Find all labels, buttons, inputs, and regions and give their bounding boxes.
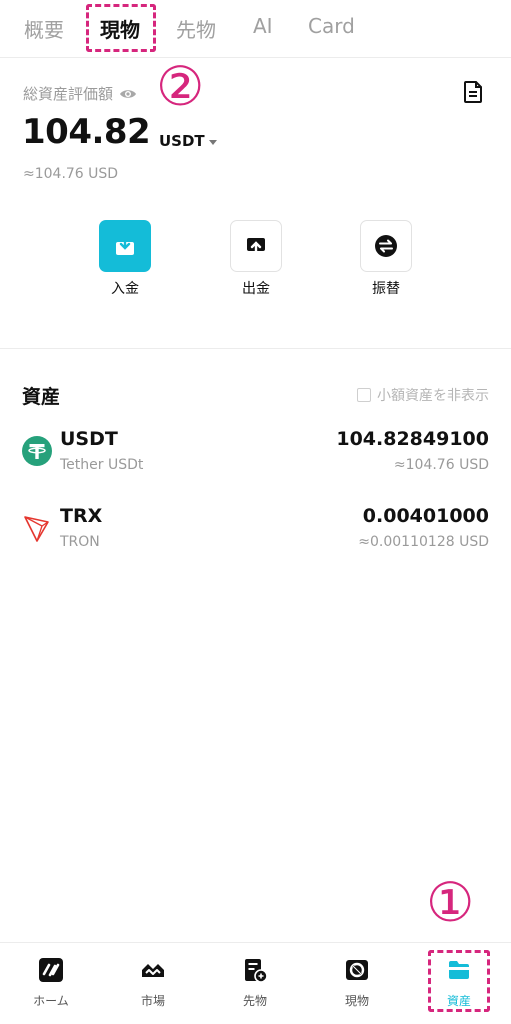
- transfer-label: 振替: [372, 281, 400, 297]
- transfer-icon: [375, 235, 397, 257]
- tab-futures[interactable]: 先物: [176, 14, 216, 43]
- spot-icon: [346, 960, 368, 980]
- asset-amount: 104.82849100: [336, 428, 489, 450]
- tether-icon: [22, 436, 52, 466]
- section-divider: [0, 348, 511, 349]
- nav-label-home: ホーム: [33, 994, 69, 1008]
- nav-item-home[interactable]: ホーム: [11, 957, 91, 1009]
- tab-ai[interactable]: AI: [253, 14, 273, 38]
- annotation-box-spot-tab: [86, 4, 156, 52]
- asset-symbol: USDT: [60, 428, 118, 450]
- futures-icon: [245, 959, 268, 983]
- tab-card[interactable]: Card: [308, 14, 355, 38]
- deposit-button[interactable]: 入金: [95, 220, 155, 298]
- withdraw-icon: [247, 238, 265, 256]
- withdraw-button[interactable]: 出金: [226, 220, 286, 298]
- document-icon[interactable]: [462, 80, 484, 104]
- annotation-step-1: ①: [426, 871, 475, 934]
- annotation-box-assets-nav: [428, 950, 490, 1012]
- total-balance: 104.82: [22, 112, 151, 152]
- withdraw-icon-box: [230, 220, 282, 272]
- asset-usd-value: ≈104.76 USD: [393, 457, 489, 473]
- asset-amount: 0.00401000: [362, 505, 489, 527]
- deposit-icon: [116, 236, 134, 255]
- deposit-icon-box: [99, 220, 151, 272]
- tron-icon: [24, 516, 49, 542]
- nav-item-futures[interactable]: 先物: [215, 957, 295, 1009]
- market-icon: [142, 964, 164, 977]
- top-tabs: 概要 現物 先物 AI Card: [0, 0, 511, 58]
- tab-overview[interactable]: 概要: [24, 14, 64, 43]
- asset-name: TRON: [60, 534, 100, 550]
- hide-small-assets-label: 小額資産を非表示: [377, 388, 489, 404]
- asset-row-trx[interactable]: TRX TRON 0.00401000 ≈0.00110128 USD: [0, 503, 511, 565]
- asset-usd-value: ≈0.00110128 USD: [358, 534, 489, 550]
- home-icon: [39, 958, 63, 982]
- assets-section-title: 資産: [22, 386, 61, 408]
- nav-item-market[interactable]: 市場: [113, 957, 193, 1009]
- asset-row-usdt[interactable]: USDT Tether USDt 104.82849100 ≈104.76 US…: [0, 426, 511, 488]
- nav-label-spot: 現物: [344, 994, 369, 1008]
- hide-small-assets-toggle[interactable]: 小額資産を非表示: [357, 385, 489, 405]
- deposit-label: 入金: [111, 281, 139, 297]
- asset-symbol: TRX: [60, 505, 103, 527]
- transfer-icon-box: [360, 220, 412, 272]
- asset-name: Tether USDt: [60, 457, 144, 473]
- total-assets-label-text: 総資産評価額: [23, 85, 114, 103]
- withdraw-label: 出金: [242, 281, 270, 297]
- annotation-step-2: ②: [156, 55, 205, 118]
- hide-small-assets-checkbox[interactable]: [357, 388, 371, 402]
- transfer-button[interactable]: 振替: [356, 220, 416, 298]
- currency-unit-label: USDT: [159, 132, 205, 150]
- total-assets-label: 総資産評価額: [23, 83, 137, 104]
- nav-item-spot[interactable]: 現物: [317, 957, 397, 1009]
- currency-unit-selector[interactable]: USDT: [159, 132, 217, 150]
- caret-down-icon: [208, 139, 217, 145]
- eye-icon[interactable]: [119, 88, 137, 100]
- nav-label-market: 市場: [140, 994, 165, 1008]
- nav-label-futures: 先物: [242, 994, 267, 1008]
- approx-usd-value: ≈104.76 USD: [23, 166, 119, 182]
